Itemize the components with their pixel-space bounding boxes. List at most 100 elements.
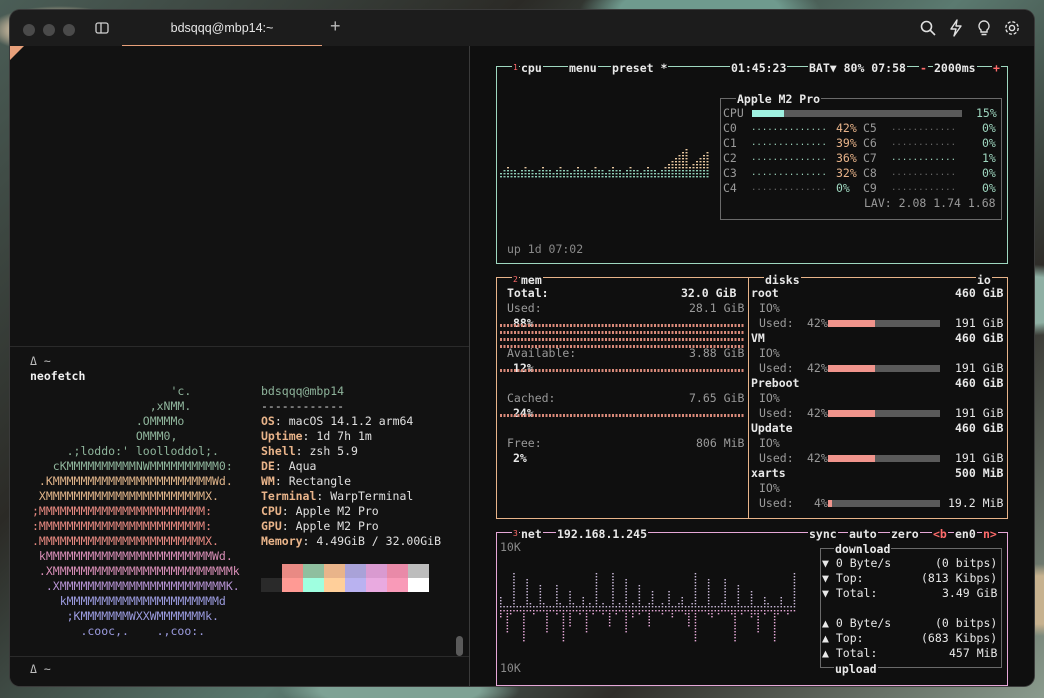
- net-auto-toggle[interactable]: auto: [848, 527, 878, 541]
- interval-decrease[interactable]: -: [919, 61, 928, 75]
- disk-used-label: Used:: [759, 316, 794, 330]
- cpu-graph-mark: [633, 176, 635, 178]
- net-upload-mark: [556, 613, 558, 615]
- net-upload-mark: [622, 610, 624, 612]
- new-tab-button[interactable]: +: [330, 16, 341, 37]
- cpu-graph-mark: [531, 176, 534, 178]
- net-upload-mark: [734, 625, 736, 627]
- net-stat-label: ▲ 0 Byte/s: [822, 616, 892, 630]
- net-title[interactable]: net: [520, 527, 543, 541]
- cpu-graph-mark: [703, 164, 705, 166]
- scrollbar[interactable]: [456, 636, 463, 656]
- net-download-mark: [523, 606, 525, 608]
- net-upload-mark: [694, 613, 697, 615]
- net-prev-iface[interactable]: <b: [932, 527, 948, 541]
- minimize-window-button[interactable]: [43, 24, 55, 36]
- cpu-graph-mark: [545, 170, 548, 172]
- cpu-graph-mark: [542, 170, 544, 172]
- cpu-graph-mark: [696, 173, 698, 175]
- disks-title[interactable]: disks: [764, 273, 801, 287]
- net-upload-mark: [731, 610, 733, 612]
- btop-pane[interactable]: 1 cpu menu preset * 01:45:23 BAT▼ 80% 07…: [470, 46, 1034, 686]
- net-download-mark: [750, 594, 753, 596]
- net-download-mark: [648, 606, 650, 608]
- net-upload-mark: [717, 613, 720, 615]
- cpu-graph-mark: [577, 167, 579, 169]
- net-download-mark: [707, 588, 710, 590]
- net-upload-mark: [608, 610, 611, 612]
- ascii-line: kMMMMMMMMMMMMMMMMMMMMMMd: [32, 594, 226, 608]
- preset-tab[interactable]: preset *: [611, 61, 669, 75]
- net-download-mark: [513, 579, 515, 581]
- net-download-mark: [582, 603, 584, 605]
- net-zero-toggle[interactable]: zero: [890, 527, 920, 541]
- ascii-line: ;MMMMMMMMMMMMMMMMMMMMMMMM:: [32, 504, 213, 518]
- cpu-graph-mark: [573, 173, 576, 175]
- menu-tab[interactable]: menu: [568, 61, 598, 75]
- net-download-mark: [612, 573, 614, 575]
- net-upload-mark: [579, 610, 581, 612]
- net-upload-mark: [523, 616, 525, 618]
- bolt-icon[interactable]: [947, 19, 965, 37]
- interval-increase[interactable]: +: [992, 61, 1001, 75]
- sidebar-icon[interactable]: [93, 19, 111, 37]
- net-stat-value: 3.49 GiB: [942, 586, 998, 600]
- cpu-graph-mark: [528, 170, 530, 172]
- info-key: Shell: [261, 444, 296, 458]
- cpu-tab[interactable]: cpu: [520, 61, 543, 75]
- input-prompt[interactable]: Δ ~: [30, 662, 51, 677]
- cpu-graph-mark: [598, 170, 600, 172]
- core-pct: 0%: [836, 181, 850, 195]
- net-download-mark: [595, 594, 598, 596]
- net-upload-mark: [721, 610, 723, 612]
- net-stat-value: 457 MiB: [949, 646, 998, 660]
- net-upload-mark: [734, 613, 736, 615]
- gear-icon[interactable]: [1003, 19, 1021, 37]
- net-stat-value: (813 Kibps): [921, 571, 998, 585]
- terminal-pane-left[interactable]: Δ ~ neofetch 'c. ,xNMM. .OMMMMo OMMM0, .…: [10, 46, 469, 686]
- cpu-graph-mark: [566, 170, 569, 172]
- lightbulb-icon[interactable]: [975, 19, 993, 37]
- cpu-graph-mark: [682, 161, 684, 163]
- io-toggle[interactable]: io: [976, 273, 992, 287]
- net-upload-mark: [546, 622, 548, 624]
- net-download-mark: [783, 606, 786, 608]
- cpu-graph-mark: [692, 170, 695, 172]
- net-download-mark: [737, 600, 740, 602]
- net-download-mark: [711, 606, 713, 608]
- net-upload-mark: [605, 610, 608, 612]
- net-upload-mark: [658, 610, 660, 612]
- net-download-mark: [721, 606, 723, 608]
- ascii-line: XMMMMMMMMMMMMMMMMMMMMMMMX.: [32, 489, 219, 503]
- net-upload-mark: [648, 616, 650, 618]
- net-sync-toggle[interactable]: sync: [808, 527, 838, 541]
- net-next-iface[interactable]: n>: [982, 527, 998, 541]
- net-download-mark: [539, 585, 542, 587]
- net-download-mark: [691, 606, 693, 608]
- net-upload-mark: [648, 625, 650, 627]
- net-upload-mark: [641, 610, 644, 612]
- net-upload-mark: [523, 634, 525, 636]
- net-download-mark: [569, 603, 571, 605]
- cpu-graph-mark: [517, 173, 520, 175]
- net-upload-mark: [592, 613, 594, 615]
- cpu-graph-mark: [640, 173, 642, 175]
- net-download-mark: [575, 606, 578, 608]
- net-download-mark: [526, 588, 528, 590]
- net-upload-mark: [523, 637, 525, 639]
- net-upload-mark: [562, 619, 565, 621]
- cpu-graph-mark: [706, 161, 709, 163]
- tab-terminal[interactable]: bdsqqq@mbp14:~: [122, 10, 322, 47]
- net-download-mark: [595, 582, 598, 584]
- net-download-mark: [529, 603, 532, 605]
- net-upload-mark: [562, 631, 565, 633]
- net-upload-mark: [533, 610, 535, 612]
- close-window-button[interactable]: [23, 24, 35, 36]
- net-upload-mark: [546, 616, 548, 618]
- net-upload-mark: [569, 613, 571, 615]
- zoom-window-button[interactable]: [63, 24, 75, 36]
- net-upload-mark: [615, 613, 617, 615]
- net-upload-mark: [744, 610, 746, 612]
- search-icon[interactable]: [919, 19, 937, 37]
- mem-title[interactable]: mem: [520, 273, 543, 287]
